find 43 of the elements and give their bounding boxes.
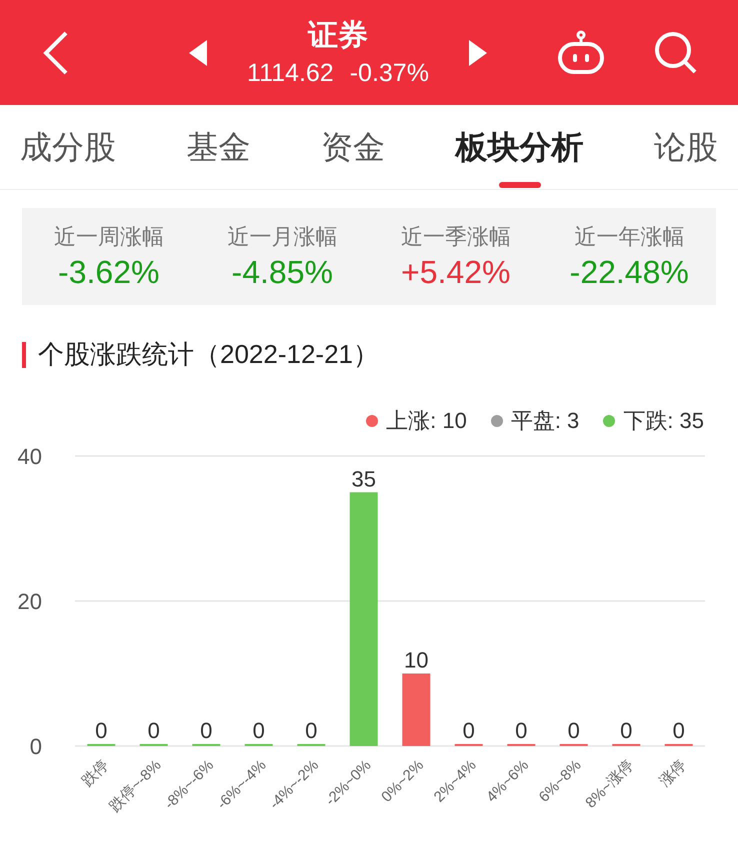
y-axis-label: 40 (18, 444, 42, 469)
stat-label: 近一月涨幅 (227, 222, 338, 250)
bar-value-label: 0 (620, 718, 632, 743)
bar-value-label: 10 (404, 648, 428, 672)
bar-value-label: 0 (252, 718, 265, 743)
bar-value-label: 0 (95, 718, 108, 743)
stat-label: 近一周涨幅 (54, 222, 164, 250)
legend-label: 平盘: 3 (510, 407, 580, 435)
search-icon[interactable] (654, 30, 698, 74)
x-axis-label: 涨停 (656, 756, 690, 790)
stat-label: 近一季涨幅 (400, 222, 511, 250)
index-change: -0.37% (350, 58, 429, 88)
index-price: 1114.62 (247, 58, 334, 88)
bar-value-label: 0 (200, 718, 212, 743)
bar-value-label: 0 (148, 718, 160, 743)
previous-icon[interactable] (189, 40, 208, 66)
y-axis-label: 0 (30, 734, 42, 759)
robot-icon[interactable] (556, 30, 606, 76)
stat-value: -3.62% (58, 252, 160, 292)
bar-value-label: 0 (305, 718, 318, 743)
stat-value: -4.85% (232, 252, 333, 292)
bar-value-label: 0 (672, 718, 685, 743)
bar-value-label: 0 (515, 718, 528, 743)
tab[interactable]: 论股 (654, 104, 718, 190)
page-title: 证券 (308, 18, 368, 54)
tab-indicator (498, 182, 540, 188)
bar-value-label: 0 (568, 718, 580, 743)
stat-label: 近一年涨幅 (574, 222, 684, 250)
legend-label: 上涨: 10 (386, 407, 467, 435)
stat-value: +5.42% (401, 252, 510, 292)
tab[interactable]: 板块分析 (456, 104, 584, 190)
tab[interactable]: 成分股 (20, 104, 116, 190)
tab[interactable]: 基金 (186, 104, 250, 190)
section-title: 个股涨跌统计（2022-12-21） (38, 338, 379, 371)
next-icon[interactable] (468, 40, 487, 66)
stat-value: -22.48% (570, 252, 689, 292)
bar-value-label: 35 (352, 466, 376, 492)
bar-value-label: 0 (462, 718, 475, 743)
y-axis-label: 20 (18, 589, 42, 614)
legend-label: 下跌: 35 (623, 407, 704, 435)
x-axis-label: 跌停 (78, 756, 112, 790)
section-marker (22, 342, 26, 368)
tab[interactable]: 资金 (321, 104, 385, 190)
